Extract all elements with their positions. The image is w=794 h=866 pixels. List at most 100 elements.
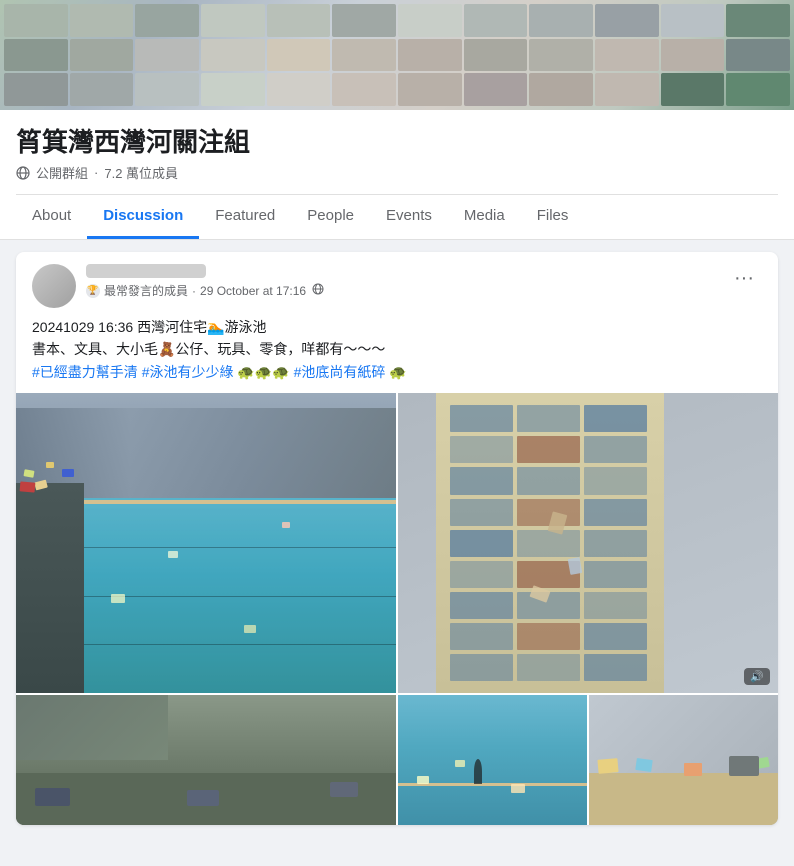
float-2	[168, 551, 178, 558]
post-header: 🏆 最常發言的成員 · 29 October at 17:16	[16, 252, 778, 316]
win	[450, 530, 513, 557]
more-options-button[interactable]: ···	[726, 264, 762, 292]
post-line3: #已經盡力幫手清 #泳池有少少綠 🐢🐢🐢 #池底尚有紙碎 🐢	[32, 361, 762, 383]
emoji1: 🐢🐢🐢	[237, 364, 289, 380]
win	[584, 592, 647, 619]
pool-water	[84, 498, 396, 693]
win	[450, 654, 513, 681]
win	[584, 467, 647, 494]
float-3	[244, 625, 256, 633]
cover-image	[0, 0, 794, 110]
item-float2	[455, 760, 465, 767]
bottom-right-images	[398, 695, 778, 825]
win-balcony	[517, 436, 580, 463]
book3	[684, 763, 702, 776]
book2	[635, 758, 653, 772]
car1	[35, 788, 70, 806]
win	[517, 405, 580, 432]
post-time-separator: ·	[192, 284, 196, 298]
tab-people[interactable]: People	[291, 195, 370, 239]
post-body: 20241029 16:36 西灣河住宅🏊游泳池 書本、文具、大小毛🧸公仔、玩具…	[16, 316, 778, 393]
bottom-left-image[interactable]	[16, 695, 396, 825]
person-silhouette	[474, 759, 482, 784]
building-image[interactable]: 🔊	[398, 393, 778, 693]
tab-featured[interactable]: Featured	[199, 195, 291, 239]
win	[584, 654, 647, 681]
deck-floor	[589, 773, 778, 825]
author-info: 🏆 最常發言的成員 · 29 October at 17:16	[86, 264, 324, 299]
item-float	[417, 776, 429, 784]
post-line2: 書本、文具、大小毛🧸公仔、玩具、零食，咩都有～～～	[32, 338, 762, 360]
win	[584, 530, 647, 557]
tab-about[interactable]: About	[16, 195, 87, 239]
globe-icon	[16, 166, 30, 180]
win	[450, 592, 513, 619]
car3	[330, 782, 358, 797]
win	[517, 467, 580, 494]
meta-separator: ·	[94, 165, 98, 180]
post-card: 🏆 最常發言的成員 · 29 October at 17:16	[16, 252, 778, 825]
tab-media[interactable]: Media	[448, 195, 521, 239]
author-badge: 🏆 最常發言的成員 · 29 October at 17:16	[86, 282, 324, 299]
group-type: 公開群組	[36, 163, 88, 182]
pool-image[interactable]	[16, 393, 396, 693]
post-globe-icon	[312, 283, 324, 298]
hashtag2[interactable]: #泳池有少少綠	[142, 364, 234, 380]
tab-events[interactable]: Events	[370, 195, 448, 239]
bottom-sub-image1[interactable]	[398, 695, 587, 825]
item-float3	[511, 784, 525, 793]
group-meta: 公開群組 · 7.2 萬位成員	[16, 163, 778, 182]
falling-item2	[568, 557, 583, 575]
emoji2: 🐢	[389, 364, 406, 380]
book1	[598, 758, 619, 774]
win	[584, 623, 647, 650]
win-balcony	[517, 623, 580, 650]
laptop	[729, 756, 759, 776]
item-red	[19, 482, 35, 493]
win	[517, 530, 580, 557]
win	[450, 623, 513, 650]
win	[584, 436, 647, 463]
pool-deck-left	[16, 483, 84, 693]
pool-edge	[84, 500, 396, 504]
tab-files[interactable]: Files	[521, 195, 585, 239]
win	[450, 436, 513, 463]
pool-scene-bg	[16, 393, 396, 693]
win	[584, 561, 647, 588]
windows-grid	[444, 399, 653, 687]
structure-left	[16, 695, 168, 760]
badge-icon: 🏆	[86, 284, 100, 298]
sound-icon: 🔊	[750, 670, 764, 683]
item-blue	[62, 469, 74, 477]
hashtag1[interactable]: #已經盡力幫手清	[32, 364, 138, 380]
avatar	[32, 264, 76, 308]
lane-3	[84, 644, 396, 645]
group-members: 7.2 萬位成員	[104, 163, 178, 182]
post-time: 29 October at 17:16	[200, 284, 306, 298]
debris-3	[46, 462, 54, 468]
win	[450, 405, 513, 432]
car2	[187, 790, 219, 806]
win	[584, 499, 647, 526]
pool-edge2	[398, 783, 587, 786]
outdoor-scene	[16, 695, 396, 825]
badge-label: 最常發言的成員	[104, 282, 188, 299]
win-balcony	[517, 499, 580, 526]
nav-tabs: About Discussion Featured People Events …	[16, 194, 778, 239]
win	[517, 654, 580, 681]
tab-discussion[interactable]: Discussion	[87, 195, 199, 239]
video-sound-indicator[interactable]: 🔊	[744, 668, 770, 685]
win	[450, 467, 513, 494]
image-grid: 🔊	[16, 393, 778, 825]
win	[450, 561, 513, 588]
win	[584, 405, 647, 432]
bottom-sub-image2[interactable]	[589, 695, 778, 825]
group-title: 筲箕灣西灣河關注組	[16, 122, 778, 159]
lane-2	[84, 596, 396, 597]
main-content: 🏆 最常發言的成員 · 29 October at 17:16	[0, 240, 794, 837]
pool-items-scene	[589, 695, 778, 825]
hashtag3[interactable]: #池底尚有紙碎	[294, 364, 386, 380]
lane-1	[84, 547, 396, 548]
float-4	[282, 522, 290, 528]
post-line1: 20241029 16:36 西灣河住宅🏊游泳池	[32, 316, 762, 338]
